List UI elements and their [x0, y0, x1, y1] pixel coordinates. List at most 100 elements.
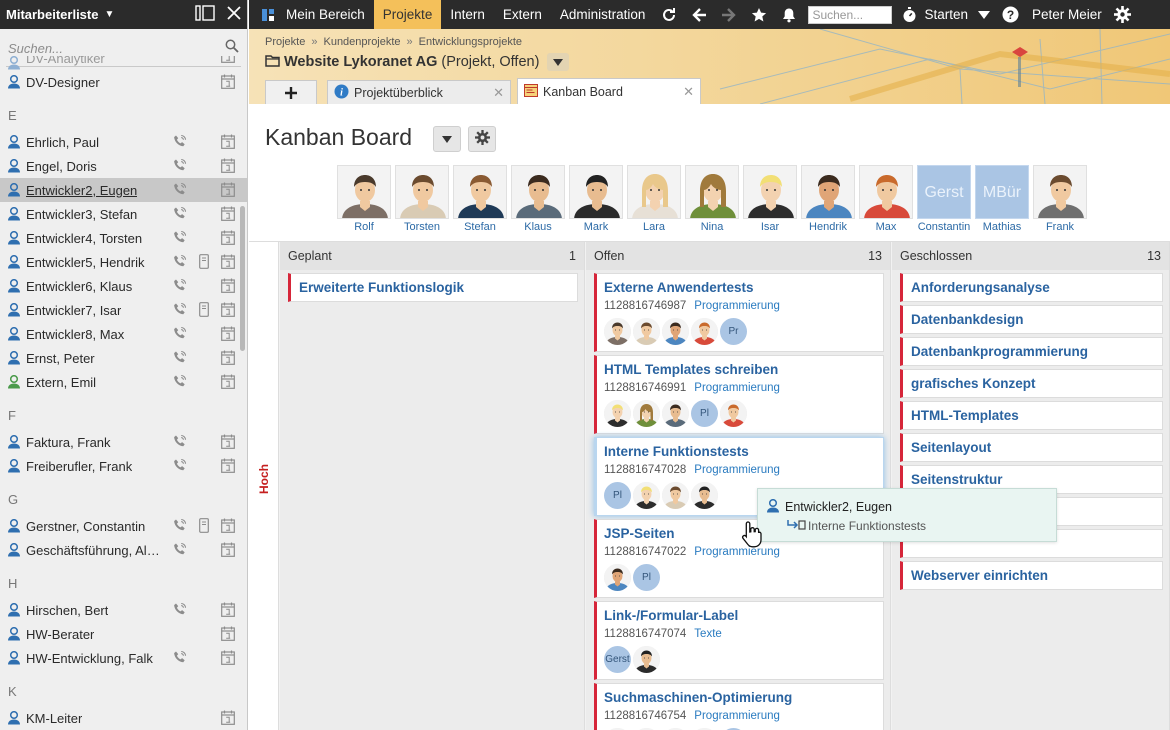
employee-list-item[interactable]: Ehrlich, Paul — [0, 130, 247, 154]
phone-icon[interactable] — [173, 650, 187, 667]
task-card[interactable]: Suchmaschinen-Optimierung 1128816746754 Pr… — [594, 683, 884, 730]
employee-list-item[interactable]: Entwickler4, Torsten — [0, 226, 247, 250]
assignee-avatar[interactable] — [691, 482, 718, 509]
dashboard-icon[interactable] — [259, 0, 277, 29]
search-icon[interactable] — [225, 39, 239, 56]
assignee-avatar[interactable] — [720, 400, 747, 427]
calendar-icon[interactable] — [221, 542, 235, 560]
mobile-phone-icon[interactable] — [199, 302, 209, 320]
task-tag[interactable]: Programmierung — [694, 300, 780, 312]
nav-item-4[interactable]: Administration — [551, 0, 655, 29]
new-tab-button[interactable] — [265, 80, 317, 104]
task-title[interactable]: HTML-Templates — [911, 408, 1154, 423]
team-member[interactable]: Torsten — [393, 165, 451, 233]
task-tag[interactable]: Programmierung — [694, 464, 780, 476]
board-menu-button[interactable] — [433, 126, 461, 152]
task-card[interactable]: Externe Anwendertests 1128816746987 Progra… — [594, 273, 884, 352]
calendar-icon[interactable] — [221, 458, 235, 476]
nav-item-3[interactable]: Extern — [494, 0, 551, 29]
chevron-down-icon[interactable] — [972, 0, 996, 29]
calendar-icon[interactable] — [221, 158, 235, 176]
team-member[interactable]: MBür Mathias — [973, 165, 1031, 233]
calendar-icon[interactable] — [221, 182, 235, 200]
team-member[interactable]: Klaus — [509, 165, 567, 233]
phone-icon[interactable] — [173, 542, 187, 559]
list-item[interactable]: DV-Analytiker — [0, 56, 247, 70]
phone-icon[interactable] — [173, 134, 187, 151]
assignee-avatar[interactable]: Pl — [604, 482, 631, 509]
phone-icon[interactable] — [173, 158, 187, 175]
task-title[interactable]: Interne Funktionstests — [604, 444, 876, 459]
employee-list-item[interactable]: Hirschen, Bert — [0, 598, 247, 622]
star-icon[interactable] — [744, 0, 774, 29]
assignee-avatar[interactable] — [662, 482, 689, 509]
breadcrumb-item[interactable]: Kundenprojekte — [323, 36, 400, 48]
task-title[interactable]: Seitenstruktur — [911, 472, 1154, 487]
split-view-icon[interactable] — [195, 5, 215, 24]
assignee-avatar[interactable] — [604, 318, 631, 345]
calendar-icon[interactable] — [221, 650, 235, 668]
assignee-avatar[interactable] — [633, 400, 660, 427]
task-card[interactable]: Webserver einrichten — [900, 561, 1163, 590]
employee-list-item[interactable]: Entwickler5, Hendrik — [0, 250, 247, 274]
team-member[interactable]: Frank — [1031, 165, 1089, 233]
breadcrumb-item[interactable]: Entwicklungsprojekte — [419, 36, 522, 48]
assignee-avatar[interactable] — [633, 482, 660, 509]
help-icon[interactable]: ? — [996, 0, 1026, 29]
back-arrow-icon[interactable] — [684, 0, 714, 29]
task-title[interactable]: HTML Templates schreiben — [604, 362, 876, 377]
calendar-icon[interactable] — [221, 56, 235, 66]
phone-icon[interactable] — [173, 206, 187, 223]
phone-icon[interactable] — [173, 302, 187, 319]
team-member[interactable]: Isar — [741, 165, 799, 233]
employee-list-item[interactable]: Freiberufler, Frank — [0, 454, 247, 478]
sidebar-title[interactable]: Mitarbeiterliste — [6, 7, 98, 22]
task-title[interactable]: Datenbankdesign — [911, 312, 1154, 327]
team-member[interactable]: Nina — [683, 165, 741, 233]
employee-list-item[interactable]: HW-Entwicklung, Falk — [0, 646, 247, 670]
calendar-icon[interactable] — [221, 434, 235, 452]
phone-icon[interactable] — [173, 374, 187, 391]
employee-list-item[interactable]: Entwickler2, Eugen — [0, 178, 247, 202]
calendar-icon[interactable] — [221, 518, 235, 536]
employee-list-item[interactable]: Gerstner, Constantin — [0, 514, 247, 538]
task-card[interactable]: Anforderungsanalyse — [900, 273, 1163, 302]
stopwatch-icon[interactable] — [898, 0, 920, 29]
employee-list-item[interactable]: HW-Berater — [0, 622, 247, 646]
user-name[interactable]: Peter Meier — [1026, 0, 1108, 29]
employee-list-item[interactable]: Entwickler6, Klaus — [0, 274, 247, 298]
employee-list-item[interactable]: Ernst, Peter — [0, 346, 247, 370]
phone-icon[interactable] — [173, 602, 187, 619]
employee-list-item[interactable]: Entwickler7, Isar — [0, 298, 247, 322]
calendar-icon[interactable] — [221, 602, 235, 620]
global-search-input[interactable] — [808, 5, 893, 24]
task-card[interactable]: Seitenlayout — [900, 433, 1163, 462]
calendar-icon[interactable] — [221, 134, 235, 152]
assignee-avatar[interactable] — [604, 564, 631, 591]
task-card[interactable]: Datenbankprogrammierung — [900, 337, 1163, 366]
calendar-icon[interactable] — [221, 326, 235, 344]
task-title[interactable]: grafisches Konzept — [911, 376, 1154, 391]
tab-projektueberblick[interactable]: i Projektüberblick ✕ — [327, 80, 511, 104]
mobile-phone-icon[interactable] — [199, 518, 209, 536]
team-member[interactable]: Gerst Constantin — [915, 165, 973, 233]
project-menu-button[interactable] — [547, 53, 570, 71]
bell-icon[interactable] — [774, 0, 804, 29]
task-title[interactable]: Link-/Formular-Label — [604, 608, 876, 623]
mobile-phone-icon[interactable] — [199, 254, 209, 272]
team-member[interactable]: Hendrik — [799, 165, 857, 233]
board-settings-button[interactable] — [468, 126, 496, 152]
employee-list-item[interactable]: DV-Designer — [0, 70, 247, 94]
employee-list-item[interactable]: Entwickler8, Max — [0, 322, 247, 346]
task-card[interactable]: HTML Templates schreiben 1128816746991 Pro… — [594, 355, 884, 434]
phone-icon[interactable] — [173, 326, 187, 343]
breadcrumb-item[interactable]: Projekte — [265, 36, 305, 48]
employee-list-item[interactable]: Geschäftsführung, Ale... — [0, 538, 247, 562]
calendar-icon[interactable] — [221, 206, 235, 224]
assignee-avatar[interactable]: Pr — [720, 318, 747, 345]
calendar-icon[interactable] — [221, 350, 235, 368]
task-card[interactable]: Datenbankdesign — [900, 305, 1163, 334]
calendar-icon[interactable] — [221, 230, 235, 248]
phone-icon[interactable] — [173, 182, 187, 199]
team-member[interactable]: Lara — [625, 165, 683, 233]
